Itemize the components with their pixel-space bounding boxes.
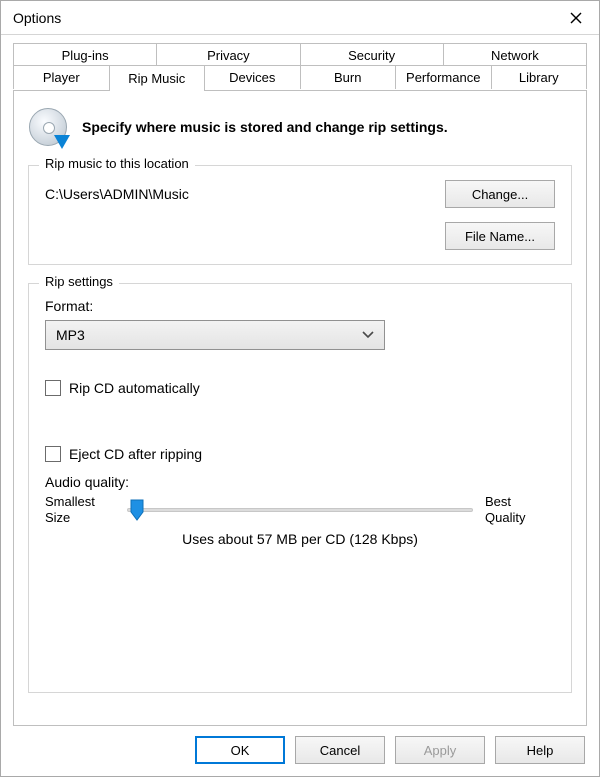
tab-burn[interactable]: Burn <box>300 65 397 89</box>
group-legend: Rip music to this location <box>39 156 195 171</box>
group-rip-location: Rip music to this location C:\Users\ADMI… <box>28 165 572 265</box>
tab-rip-music[interactable]: Rip Music <box>109 65 206 91</box>
audio-quality-label: Audio quality: <box>45 474 555 490</box>
titlebar: Options <box>1 1 599 35</box>
chevron-down-icon <box>362 331 374 339</box>
options-dialog: Options Plug-insPrivacySecurityNetwork P… <box>0 0 600 777</box>
slider-min-label: SmallestSize <box>45 494 115 525</box>
change-location-button[interactable]: Change... <box>445 180 555 208</box>
tab-player[interactable]: Player <box>13 65 110 89</box>
format-value: MP3 <box>56 327 362 343</box>
checkbox-label: Rip CD automatically <box>69 380 200 396</box>
tab-network[interactable]: Network <box>443 43 587 67</box>
audio-quality-slider[interactable] <box>127 497 473 523</box>
close-button[interactable] <box>553 1 599 34</box>
cancel-button[interactable]: Cancel <box>295 736 385 764</box>
close-icon <box>570 12 582 24</box>
ok-button[interactable]: OK <box>195 736 285 764</box>
tab-privacy[interactable]: Privacy <box>156 43 300 67</box>
tabstrip: Plug-insPrivacySecurityNetwork PlayerRip… <box>13 43 587 91</box>
rip-location-path: C:\Users\ADMIN\Music <box>45 180 433 202</box>
window-title: Options <box>13 10 553 26</box>
page-description: Specify where music is stored and change… <box>82 119 448 135</box>
checkbox-box <box>45 446 61 462</box>
slider-thumb-icon <box>129 498 145 522</box>
apply-button[interactable]: Apply <box>395 736 485 764</box>
tab-devices[interactable]: Devices <box>204 65 301 89</box>
slider-hint: Uses about 57 MB per CD (128 Kbps) <box>45 531 555 547</box>
dialog-buttons: OK Cancel Apply Help <box>1 726 599 776</box>
format-label: Format: <box>45 298 555 314</box>
tab-plug-ins[interactable]: Plug-ins <box>13 43 157 67</box>
group-rip-settings: Rip settings Format: MP3 Rip CD automati… <box>28 283 572 693</box>
checkbox-label: Eject CD after ripping <box>69 446 202 462</box>
group-legend: Rip settings <box>39 274 119 289</box>
slider-max-label: BestQuality <box>485 494 555 525</box>
tab-performance[interactable]: Performance <box>395 65 492 89</box>
tab-library[interactable]: Library <box>491 65 588 89</box>
rip-auto-checkbox[interactable]: Rip CD automatically <box>45 380 555 396</box>
cd-rip-icon <box>28 107 68 147</box>
help-button[interactable]: Help <box>495 736 585 764</box>
tab-security[interactable]: Security <box>300 43 444 67</box>
checkbox-box <box>45 380 61 396</box>
eject-after-checkbox[interactable]: Eject CD after ripping <box>45 446 555 462</box>
format-select[interactable]: MP3 <box>45 320 385 350</box>
tab-page-rip-music: Specify where music is stored and change… <box>13 90 587 726</box>
file-name-button[interactable]: File Name... <box>445 222 555 250</box>
